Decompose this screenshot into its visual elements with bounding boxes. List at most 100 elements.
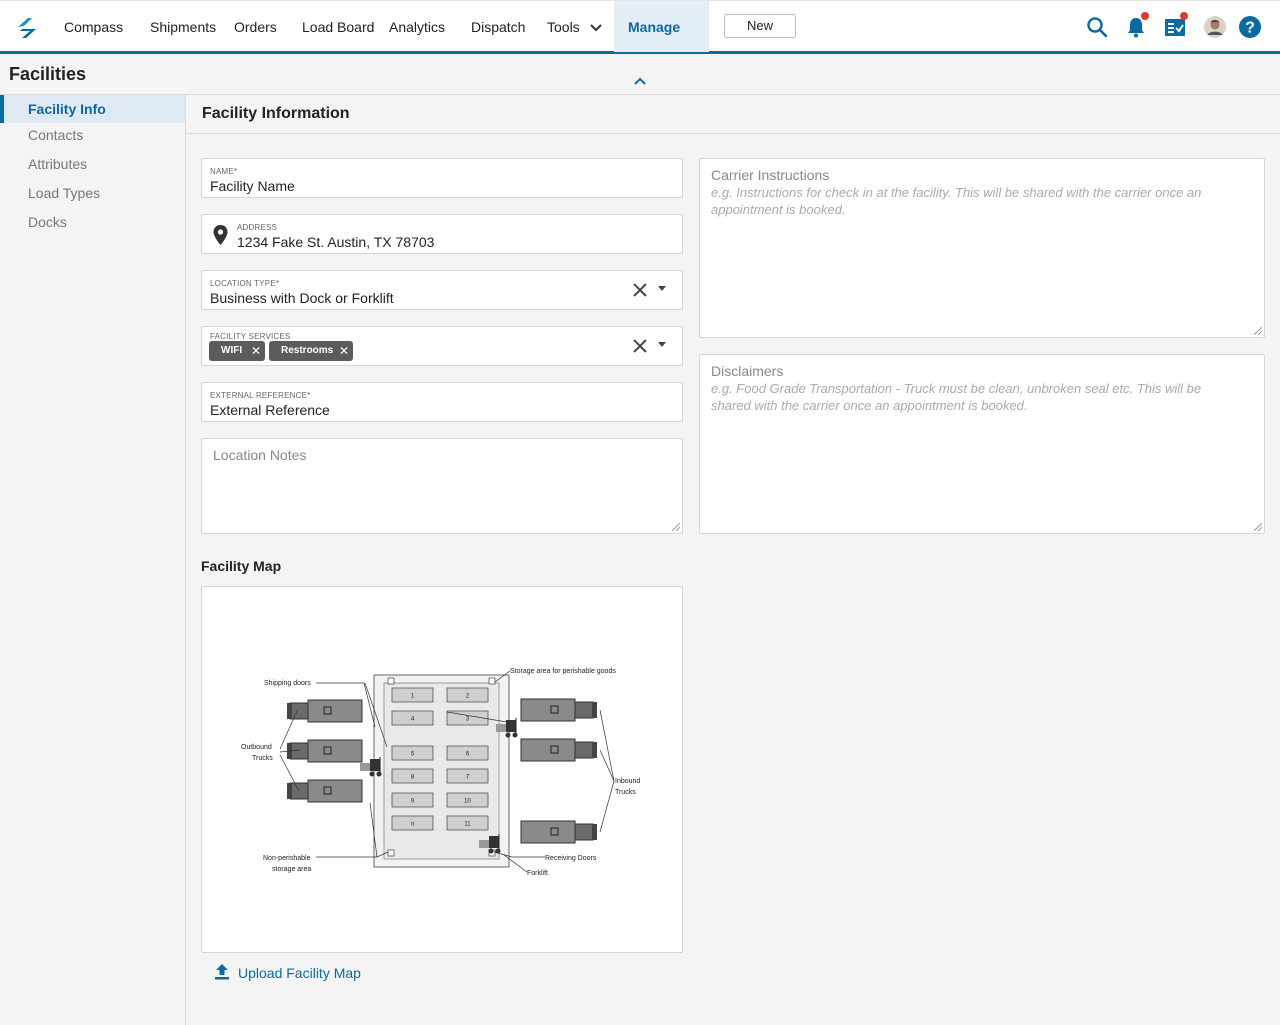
- truck-outbound-3: [287, 779, 363, 803]
- sidebar-item-label: Docks: [28, 214, 67, 230]
- chevron-up-icon: [634, 77, 646, 86]
- page-title: Facilities: [9, 64, 87, 84]
- address-value: 1234 Fake St. Austin, TX 78703: [237, 234, 435, 250]
- nav-shipments[interactable]: Shipments: [150, 1, 216, 52]
- search-icon[interactable]: [1085, 15, 1109, 39]
- tasks-badge: [1180, 12, 1188, 20]
- sidebar-item-label: Facility Info: [28, 101, 106, 117]
- clear-icon[interactable]: [632, 282, 648, 298]
- sidebar: Facility Info Contacts Attributes Load T…: [0, 95, 186, 1025]
- address-label: ADDRESS: [237, 223, 278, 232]
- sidebar-item-load-types[interactable]: Load Types: [0, 179, 185, 207]
- label-receiving-doors: Receiving Doors: [545, 855, 597, 862]
- chip-restrooms: Restrooms ✕: [269, 341, 353, 361]
- nav-load-board[interactable]: Load Board: [302, 1, 374, 52]
- notifications-button[interactable]: [1124, 12, 1149, 39]
- nav-analytics[interactable]: Analytics: [389, 1, 445, 52]
- truck-outbound-2: [287, 739, 363, 763]
- nav-tools[interactable]: Tools: [547, 1, 602, 52]
- truck-outbound-1: [287, 699, 363, 723]
- forklift-1: [360, 757, 382, 777]
- chip-remove-icon[interactable]: ✕: [251, 341, 261, 361]
- sidebar-item-label: Attributes: [28, 156, 88, 172]
- facility-map-diagram: 1 24 35 68 79 10n 11 Shipping doors Stor…: [241, 668, 640, 877]
- external-reference-value: External Reference: [210, 402, 330, 418]
- nav-dispatch[interactable]: Dispatch: [471, 1, 525, 52]
- clear-icon[interactable]: [632, 338, 648, 354]
- chip-remove-icon[interactable]: ✕: [339, 341, 349, 361]
- avatar[interactable]: [1203, 15, 1227, 39]
- tasks-button[interactable]: [1163, 12, 1188, 39]
- location-type-select[interactable]: LOCATION TYPE* Business with Dock or For…: [201, 270, 683, 310]
- truck-inbound-3: [520, 820, 597, 844]
- carrier-instructions-textarea[interactable]: Carrier Instructions e.g. Instructions f…: [699, 158, 1265, 338]
- name-label: NAME*: [210, 167, 238, 176]
- upload-icon: [215, 964, 229, 980]
- sidebar-item-attributes[interactable]: Attributes: [0, 150, 185, 178]
- location-pin-icon: [213, 225, 228, 245]
- sidebar-item-label: Contacts: [28, 127, 84, 143]
- resize-handle-icon[interactable]: [1254, 327, 1262, 335]
- disclaimers-placeholder: e.g. Food Grade Transportation - Truck m…: [711, 381, 1202, 413]
- carrier-instructions-placeholder: e.g. Instructions for check in at the fa…: [711, 185, 1202, 217]
- chip-wifi: WIFI ✕: [209, 341, 265, 361]
- svg-text:?: ?: [1245, 20, 1255, 37]
- chip-label: WIFI: [221, 345, 243, 356]
- disclaimers-title: Disclaimers: [711, 363, 784, 379]
- location-type-value: Business with Dock or Forklift: [210, 290, 394, 306]
- address-field[interactable]: ADDRESS 1234 Fake St. Austin, TX 78703: [201, 214, 683, 254]
- external-reference-field[interactable]: EXTERNAL REFERENCE* External Reference: [201, 382, 683, 422]
- nav-manage[interactable]: Manage: [614, 1, 709, 86]
- label-inbound-1: Inbound: [615, 778, 640, 785]
- notification-badge: [1141, 12, 1149, 20]
- label-non-perishable-1: Non-perishable: [263, 855, 311, 862]
- location-type-label: LOCATION TYPE*: [210, 279, 280, 288]
- label-storage-perishable: Storage area for perishable goods: [510, 668, 616, 675]
- nav-compass[interactable]: Compass: [64, 1, 123, 52]
- label-shipping-doors: Shipping doors: [264, 680, 311, 687]
- label-forklift: Forklift: [527, 870, 548, 877]
- door-marker: [387, 849, 395, 857]
- label-outbound-2: Trucks: [252, 755, 273, 762]
- facility-services-label: FACILITY SERVICES: [210, 332, 291, 341]
- disclaimers-textarea[interactable]: Disclaimers e.g. Food Grade Transportati…: [699, 354, 1265, 534]
- nav-orders[interactable]: Orders: [234, 1, 277, 52]
- storage-bay-label: n: [411, 822, 414, 828]
- storage-bay-label: 10: [464, 799, 471, 805]
- dropdown-caret-icon[interactable]: [658, 286, 666, 291]
- sidebar-item-docks[interactable]: Docks: [0, 208, 185, 236]
- facility-services-select[interactable]: FACILITY SERVICES WIFI ✕ Restrooms ✕: [201, 326, 683, 366]
- carrier-instructions-title: Carrier Instructions: [711, 167, 830, 183]
- facility-map-title: Facility Map: [201, 558, 282, 574]
- name-value: Facility Name: [210, 178, 295, 194]
- label-outbound-1: Outbound: [241, 744, 272, 751]
- location-notes-placeholder: Location Notes: [213, 447, 307, 463]
- sidebar-item-facility-info[interactable]: Facility Info: [0, 95, 185, 123]
- storage-bay-label: 11: [464, 822, 471, 828]
- section-divider: [186, 133, 1280, 134]
- name-field[interactable]: NAME* Facility Name: [201, 158, 683, 198]
- door-marker: [387, 677, 395, 685]
- truck-inbound-2: [520, 738, 597, 762]
- label-inbound-2: Trucks: [615, 789, 636, 796]
- help-icon[interactable]: ?: [1238, 15, 1262, 39]
- app-logo[interactable]: [14, 15, 40, 41]
- sidebar-item-label: Load Types: [28, 185, 101, 201]
- section-title: Facility Information: [202, 105, 350, 122]
- truck-inbound-1: [520, 698, 597, 722]
- chevron-down-icon: [589, 24, 602, 32]
- resize-handle-icon[interactable]: [1254, 523, 1262, 531]
- sidebar-item-contacts[interactable]: Contacts: [0, 121, 185, 149]
- upload-label: Upload Facility Map: [238, 965, 361, 981]
- facility-map-frame: 1 2 4 3 5 6 8 7 9 10 n 11 Shipping doors…: [201, 586, 683, 953]
- door-marker: [488, 677, 496, 685]
- resize-handle-icon[interactable]: [672, 523, 680, 531]
- location-notes-textarea[interactable]: Location Notes: [201, 438, 683, 534]
- top-navigation-bar: Compass Shipments Orders Load Board Anal…: [0, 0, 1280, 86]
- external-reference-label: EXTERNAL REFERENCE*: [210, 391, 311, 400]
- chip-label: Restrooms: [281, 345, 334, 356]
- dropdown-caret-icon[interactable]: [658, 342, 666, 347]
- page-divider: [0, 94, 1280, 95]
- new-button[interactable]: New: [724, 14, 796, 38]
- label-non-perishable-2: storage area: [272, 866, 311, 873]
